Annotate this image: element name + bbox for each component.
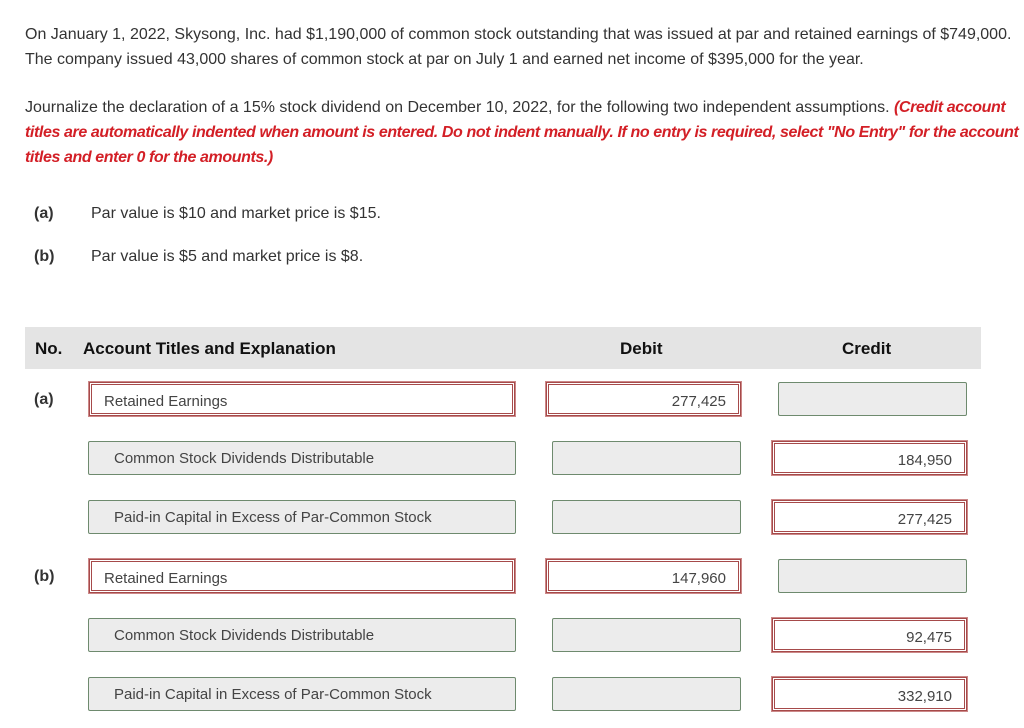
account-field[interactable]: Retained Earnings <box>88 558 516 594</box>
account-field[interactable]: Retained Earnings <box>88 381 516 417</box>
debit-input[interactable]: 277,425 <box>545 381 742 417</box>
assumption-label: (b) <box>34 248 55 265</box>
account-field[interactable]: Paid-in Capital in Excess of Par-Common … <box>88 500 516 534</box>
account-field[interactable]: Common Stock Dividends Distributable <box>88 618 516 652</box>
problem-instruction: Journalize the declaration of a 15% stoc… <box>25 95 1024 170</box>
instruction-text: Journalize the declaration of a 15% stoc… <box>25 99 890 116</box>
assumption-text: Par value is $10 and market price is $15… <box>91 205 381 222</box>
assumption-text: Par value is $5 and market price is $8. <box>91 248 364 265</box>
credit-input[interactable] <box>778 559 967 593</box>
credit-input[interactable]: 184,950 <box>771 440 968 476</box>
header-debit: Debit <box>620 339 663 358</box>
assumption-label: (a) <box>34 205 54 222</box>
header-account: Account Titles and Explanation <box>83 339 336 358</box>
debit-input[interactable] <box>552 677 741 711</box>
credit-input[interactable] <box>778 382 967 416</box>
credit-input[interactable]: 332,910 <box>771 676 968 712</box>
entry-label-b: (b) <box>34 568 55 585</box>
journal-table-header: No. Account Titles and Explanation Debit… <box>25 327 981 369</box>
header-credit: Credit <box>842 339 892 358</box>
debit-input[interactable] <box>552 441 741 475</box>
account-field[interactable]: Common Stock Dividends Distributable <box>88 441 516 475</box>
debit-input[interactable] <box>552 618 741 652</box>
account-field[interactable]: Paid-in Capital in Excess of Par-Common … <box>88 677 516 711</box>
header-no: No. <box>35 339 63 358</box>
credit-input[interactable]: 92,475 <box>771 617 968 653</box>
problem-intro: On January 1, 2022, Skysong, Inc. had $1… <box>25 26 1012 68</box>
entry-label-a: (a) <box>34 391 54 408</box>
credit-input[interactable]: 277,425 <box>771 499 968 535</box>
debit-input[interactable]: 147,960 <box>545 558 742 594</box>
debit-input[interactable] <box>552 500 741 534</box>
